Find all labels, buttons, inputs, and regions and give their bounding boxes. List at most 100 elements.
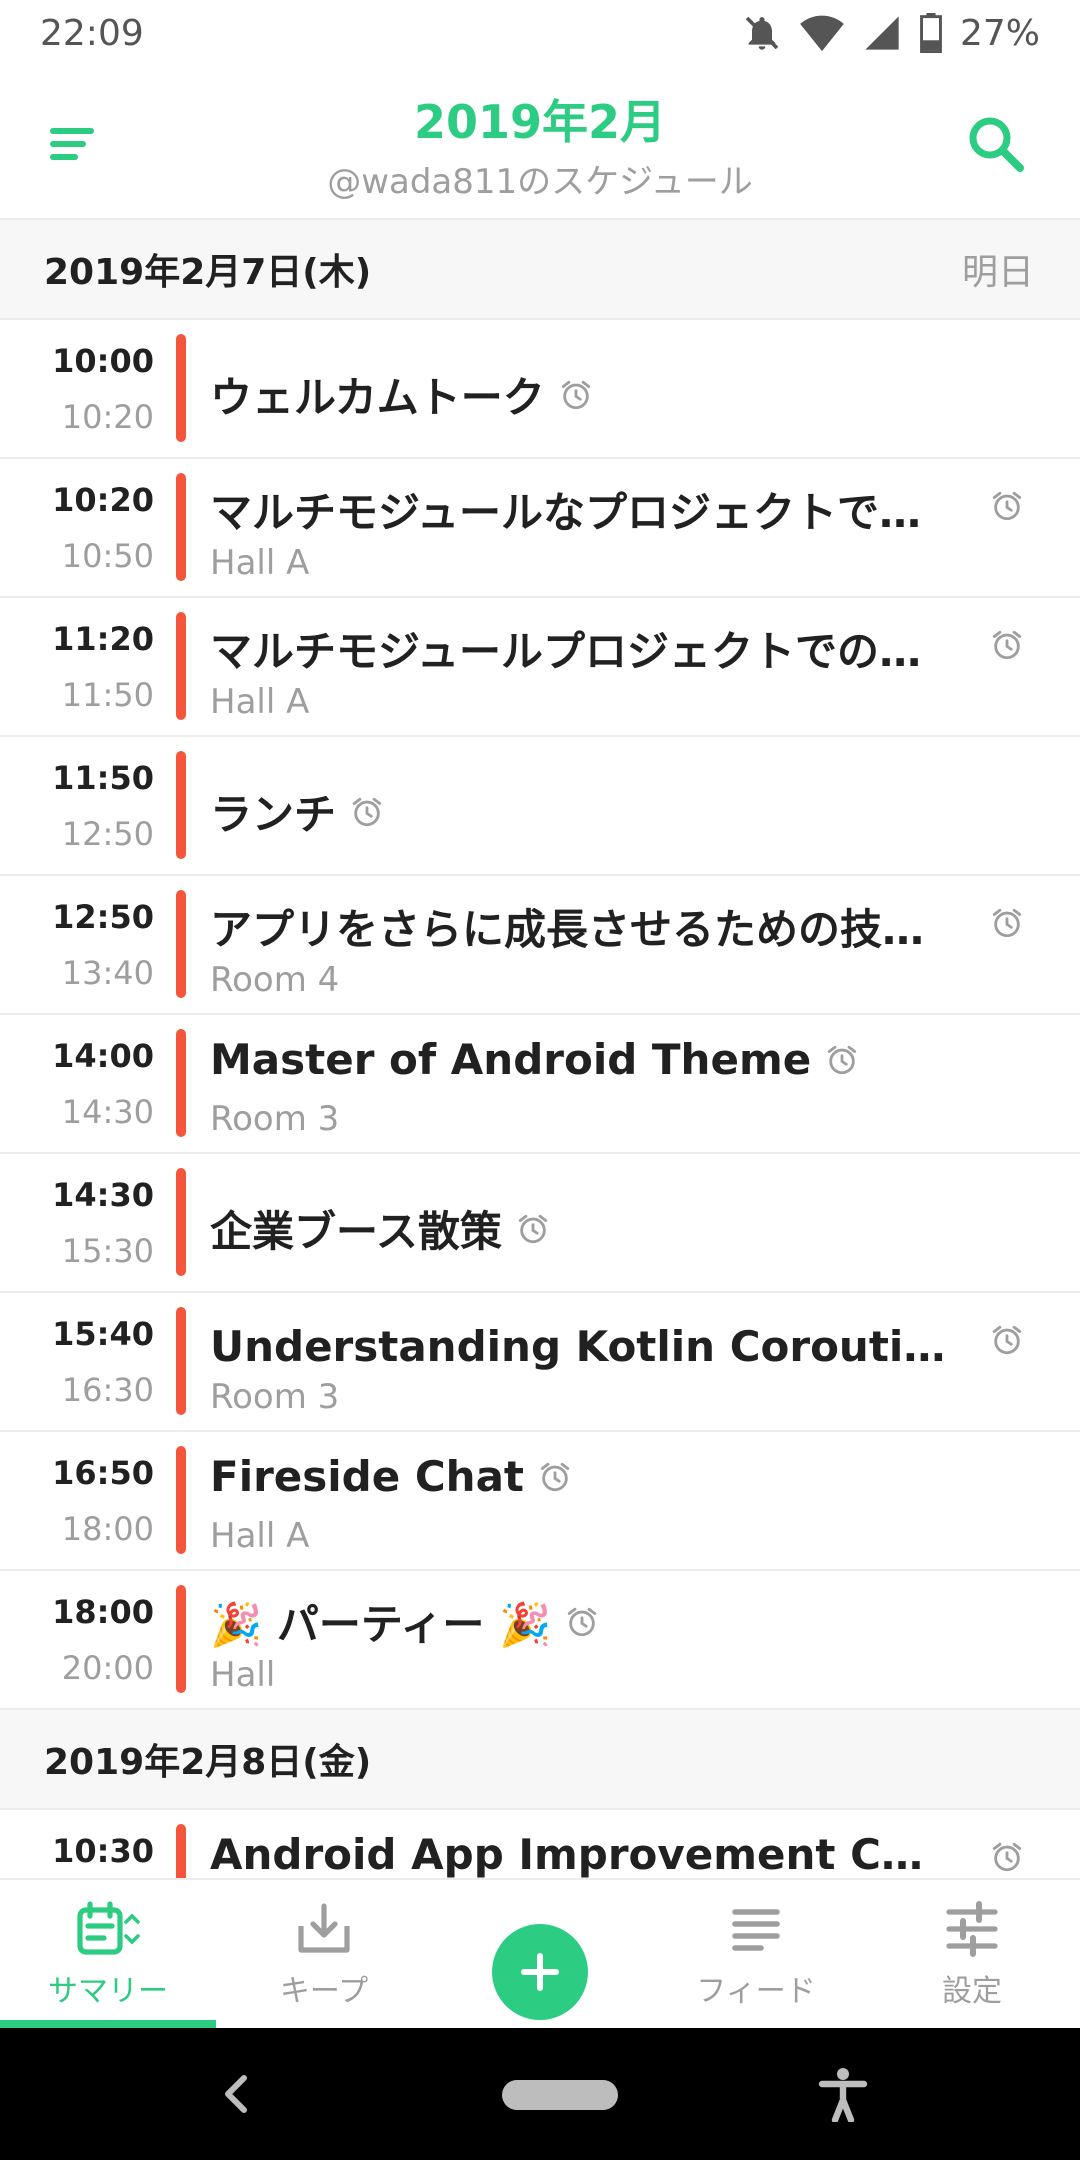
session-accent-bar <box>176 334 186 442</box>
feed-icon <box>732 1909 780 1951</box>
session-room: Hall A <box>210 543 310 583</box>
status-time: 22:09 <box>40 12 144 54</box>
app-bar: 2019年2月 @wada811のスケジュール <box>0 66 1080 220</box>
session-title: 🎉 パーティー 🎉 <box>210 1600 552 1649</box>
tune-icon <box>946 1901 998 1957</box>
session-end-time: 13:40 <box>61 954 154 992</box>
session-title: ウェルカムトーク <box>210 373 545 422</box>
add-button[interactable] <box>492 1924 588 2020</box>
search-icon <box>969 117 1024 172</box>
session-end-time: 20:00 <box>61 1649 154 1687</box>
session-start-time: 12:50 <box>52 898 154 936</box>
session-room: Room 3 <box>210 1099 340 1139</box>
session-title: マルチモジュールプロジェクトでのD… <box>210 627 950 676</box>
status-icons: 27% <box>742 13 1040 54</box>
nav-keep-label: キープ <box>279 1974 369 2009</box>
session-row[interactable]: 14:00 14:30 Master of Android Theme Room… <box>0 1015 1080 1154</box>
session-row[interactable]: 11:50 12:50 ランチ <box>0 737 1080 876</box>
session-row[interactable]: 14:30 15:30 企業ブース散策 <box>0 1154 1080 1293</box>
alarm-icon[interactable] <box>559 378 593 412</box>
session-room: Room 4 <box>210 960 340 1000</box>
nav-feed[interactable]: フィード <box>648 1880 864 2030</box>
session-start-time: 10:00 <box>52 342 154 380</box>
signal-icon <box>865 16 899 50</box>
session-title: Fireside Chat <box>210 1452 524 1501</box>
session-end-time: 12:50 <box>61 815 154 853</box>
session-start-time: 11:50 <box>52 759 154 797</box>
session-row[interactable]: 18:00 20:00 🎉 パーティー 🎉 Hall <box>0 1571 1080 1710</box>
bottom-nav: サマリー キープ フィード 設定 <box>0 1878 1080 2030</box>
session-accent-bar <box>176 751 186 859</box>
session-accent-bar <box>176 1168 186 1276</box>
session-row[interactable]: 11:20 11:50 マルチモジュールプロジェクトでのD… Hall A <box>0 598 1080 737</box>
day-relative-label: 明日 <box>961 252 1034 293</box>
alarm-icon[interactable] <box>825 1043 859 1077</box>
session-start-time: 18:00 <box>52 1593 154 1631</box>
plus-icon <box>521 1953 559 1991</box>
session-row[interactable]: 10:00 10:20 ウェルカムトーク <box>0 320 1080 459</box>
alarm-icon[interactable] <box>990 1840 1024 1874</box>
session-accent-bar <box>176 1029 186 1137</box>
alarm-icon[interactable] <box>516 1212 550 1246</box>
session-start-time: 10:30 <box>52 1832 154 1870</box>
day-date: 2019年2月8日(金) <box>44 1742 372 1783</box>
session-row[interactable]: 16:50 18:00 Fireside Chat Hall A <box>0 1432 1080 1571</box>
session-start-time: 14:30 <box>52 1176 154 1214</box>
status-bar: 22:09 27% <box>0 0 1080 66</box>
alarm-icon[interactable] <box>538 1460 572 1494</box>
session-title: Android App Improvement Challenge… <box>210 1830 950 1878</box>
session-room: Room 3 <box>210 1377 340 1417</box>
wifi-icon <box>800 15 844 52</box>
system-nav-bar <box>0 2028 1080 2160</box>
notifications-off-icon <box>745 16 779 50</box>
schedule-list[interactable]: 2019年2月7日(木) 明日 10:00 10:20 ウェルカムトーク 10:… <box>0 220 1080 1878</box>
session-title: Understanding Kotlin Coroutines: コ… <box>210 1322 950 1371</box>
nav-settings[interactable]: 設定 <box>864 1880 1080 2030</box>
nav-summary[interactable]: サマリー <box>0 1880 216 2030</box>
session-start-time: 15:40 <box>52 1315 154 1353</box>
session-end-time: 18:00 <box>61 1510 154 1548</box>
session-start-time: 11:20 <box>52 620 154 658</box>
alarm-icon[interactable] <box>990 906 1024 940</box>
alarm-icon[interactable] <box>990 628 1024 662</box>
session-room: Hall A <box>210 682 310 722</box>
battery-icon <box>920 13 942 53</box>
session-end-time: 15:30 <box>61 1232 154 1270</box>
session-start-time: 16:50 <box>52 1454 154 1492</box>
session-title: マルチモジュールなプロジェクトで… <box>210 488 922 537</box>
alarm-icon[interactable] <box>565 1605 599 1639</box>
session-start-time: 10:20 <box>52 481 154 519</box>
alarm-icon[interactable] <box>990 489 1024 523</box>
day-date: 2019年2月7日(木) <box>44 252 372 293</box>
session-room: Hall A <box>210 1516 310 1556</box>
nav-feed-label: フィード <box>696 1974 816 2009</box>
alarm-icon[interactable] <box>350 795 384 829</box>
session-accent-bar <box>176 890 186 998</box>
nav-keep[interactable]: キープ <box>216 1880 432 2030</box>
accessibility-icon[interactable] <box>818 2066 868 2122</box>
session-row[interactable]: 12:50 13:40 アプリをさらに成長させるための技… Room 4 <box>0 876 1080 1015</box>
session-start-time: 14:00 <box>52 1037 154 1075</box>
session-row[interactable]: 10:30 Android App Improvement Challenge… <box>0 1810 1080 1878</box>
battery-percent: 27% <box>959 12 1040 54</box>
alarm-icon[interactable] <box>990 1323 1024 1357</box>
search-button[interactable] <box>964 112 1028 176</box>
session-end-time: 16:30 <box>61 1371 154 1409</box>
session-accent-bar <box>176 1585 186 1693</box>
session-title: アプリをさらに成長させるための技… <box>210 905 925 954</box>
nav-summary-label: サマリー <box>48 1974 168 2009</box>
session-accent-bar <box>176 612 186 720</box>
day-header: 2019年2月7日(木) 明日 <box>0 220 1080 320</box>
session-accent-bar <box>176 473 186 581</box>
home-pill-button[interactable] <box>502 2080 618 2110</box>
session-accent-bar <box>176 1446 186 1554</box>
session-end-time: 14:30 <box>61 1093 154 1131</box>
session-title: 企業ブース散策 <box>210 1207 502 1256</box>
session-row[interactable]: 10:20 10:50 マルチモジュールなプロジェクトで… Hall A <box>0 459 1080 598</box>
session-accent-bar <box>176 1307 186 1415</box>
download-icon <box>298 1903 350 1953</box>
session-title: Master of Android Theme <box>210 1035 812 1084</box>
back-icon[interactable] <box>216 2072 256 2116</box>
session-row[interactable]: 15:40 16:30 Understanding Kotlin Corouti… <box>0 1293 1080 1432</box>
session-end-time: 10:20 <box>61 398 154 436</box>
